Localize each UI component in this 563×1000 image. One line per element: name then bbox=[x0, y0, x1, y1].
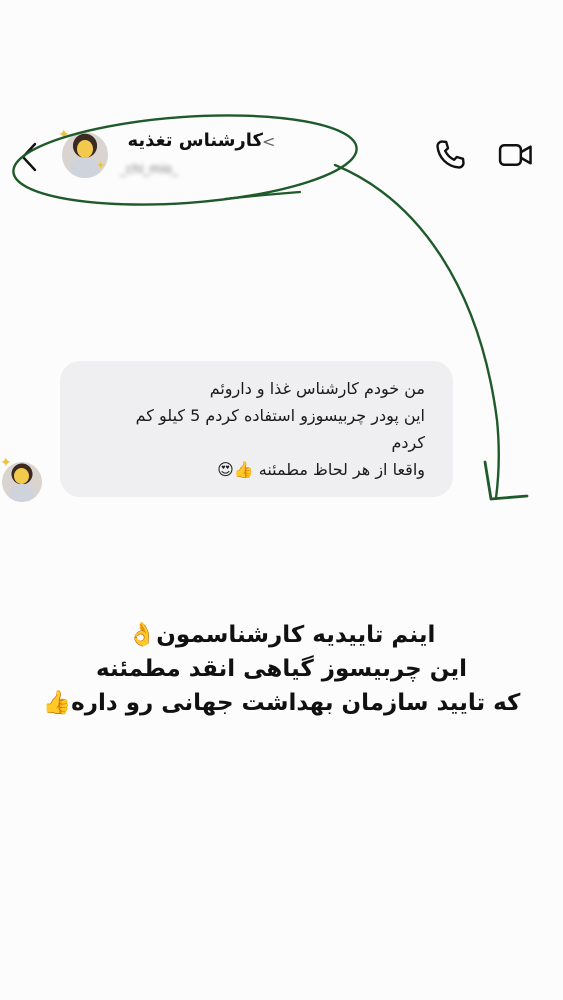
story-caption: اینم تاییدیه کارشناسمون👌 این چربیسوز گیا… bbox=[20, 618, 543, 720]
back-button[interactable] bbox=[14, 140, 44, 174]
message-line: این پودر چربیسوزو استفاده کردم 5 کیلو کم bbox=[135, 406, 425, 425]
avatar-body bbox=[9, 484, 35, 502]
chevron-icon: < bbox=[262, 132, 276, 151]
contact-username: _chi_mio_ bbox=[120, 162, 178, 176]
caption-line: اینم تاییدیه کارشناسمون👌 bbox=[127, 622, 436, 648]
message-line: واقعا از هر لحاظ مطمئنه 👍😍 bbox=[217, 460, 425, 479]
chevron-left-icon bbox=[21, 142, 37, 172]
sparkle-icon: ✦ bbox=[58, 127, 70, 143]
avatar-sticker-cover bbox=[77, 140, 93, 158]
contact-name[interactable]: کارشناس تغذیه bbox=[128, 130, 264, 151]
annotation-arrowhead bbox=[483, 460, 529, 501]
chat-header: ✦ ✦ < کارشناس تغذیه _chi_mio_ bbox=[0, 110, 563, 200]
message-bubble[interactable]: من خودم کارشناس غذا و داروئم این پودر چر… bbox=[60, 361, 453, 497]
message-text: من خودم کارشناس غذا و داروئم این پودر چر… bbox=[65, 375, 425, 483]
caption-line: این چربیسوز گیاهی انقد مطمئنه bbox=[96, 656, 467, 682]
avatar-sticker-cover bbox=[14, 468, 29, 484]
message-line: کردم bbox=[391, 433, 425, 452]
caption-line: که تایید سازمان بهداشت جهانی رو داره👍 bbox=[42, 690, 521, 716]
message-line: من خودم کارشناس غذا و داروئم bbox=[209, 379, 425, 398]
sparkle-icon: ✦ bbox=[96, 159, 106, 172]
sparkle-icon: ✦ bbox=[0, 455, 12, 471]
video-camera-icon[interactable] bbox=[498, 138, 534, 172]
phone-icon[interactable] bbox=[433, 138, 467, 172]
